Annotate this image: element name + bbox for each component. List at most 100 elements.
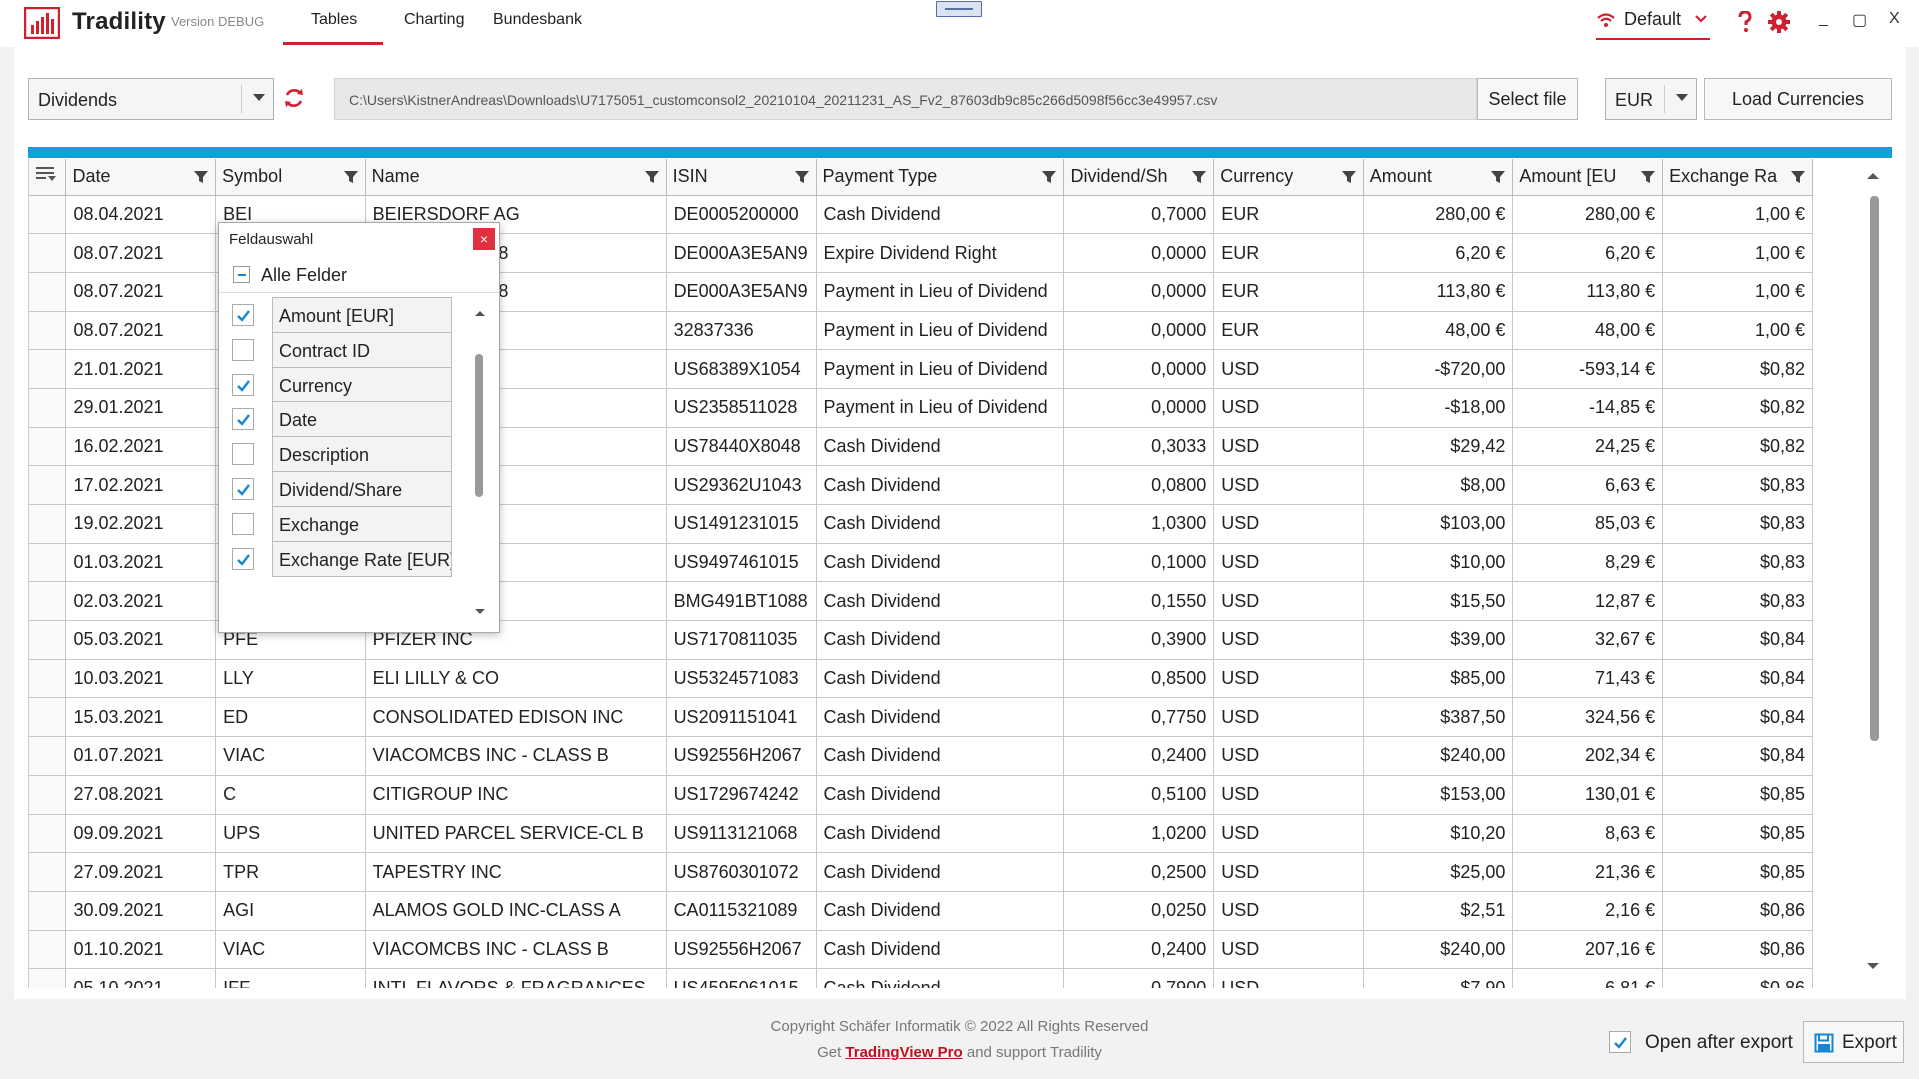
select-file-button[interactable]: Select file bbox=[1477, 78, 1578, 120]
cell-payment-type[interactable]: Cash Dividend bbox=[816, 620, 1065, 660]
row-header[interactable] bbox=[29, 465, 67, 505]
file-path-field[interactable]: C:\Users\KistnerAndreas\Downloads\U71750… bbox=[334, 78, 1477, 120]
cell-amount[interactable]: 113,80 € bbox=[1363, 272, 1514, 312]
field-checkbox[interactable] bbox=[232, 512, 254, 535]
field-item-label[interactable]: Contract ID bbox=[272, 331, 452, 368]
cell-isin[interactable]: DE000A3E5AN9 bbox=[666, 233, 817, 273]
cell-currency[interactable]: USD bbox=[1213, 659, 1364, 699]
row-header[interactable] bbox=[29, 659, 67, 699]
cell-amount[interactable]: -$720,00 bbox=[1363, 349, 1514, 389]
cell-amount[interactable]: $7,90 bbox=[1363, 968, 1514, 988]
cell-amount[interactable]: $103,00 bbox=[1363, 504, 1514, 544]
field-item-label[interactable]: Description bbox=[272, 436, 452, 473]
column-header-isin[interactable]: ISIN bbox=[666, 159, 817, 196]
cell-amount[interactable]: $240,00 bbox=[1363, 736, 1514, 776]
cell-amount-eur[interactable]: 202,34 € bbox=[1512, 736, 1664, 776]
field-item-label[interactable]: Date bbox=[272, 401, 452, 438]
close-window-button[interactable]: X bbox=[1889, 10, 1900, 28]
cell-payment-type[interactable]: Cash Dividend bbox=[816, 736, 1065, 776]
cell-exchange-rate[interactable]: $0,86 bbox=[1662, 891, 1813, 931]
table-row[interactable]: 10.03.2021 LLY ELI LILLY & CO US5324571083 C… bbox=[29, 659, 1813, 699]
cell-name[interactable]: CONSOLIDATED EDISON INC bbox=[365, 697, 667, 738]
cell-currency[interactable]: USD bbox=[1213, 465, 1364, 505]
cell-date[interactable]: 05.03.2021 bbox=[65, 620, 217, 660]
scroll-up-icon[interactable] bbox=[1864, 170, 1882, 182]
cell-exchange-rate[interactable]: $0,83 bbox=[1662, 465, 1813, 505]
cell-dividend-share[interactable]: 0,3900 bbox=[1063, 620, 1215, 660]
list-scroll-down-icon[interactable] bbox=[473, 606, 487, 616]
column-header-amount-eur[interactable]: Amount [EU bbox=[1512, 159, 1664, 196]
cell-isin[interactable]: US1729674242 bbox=[666, 775, 817, 815]
cell-exchange-rate[interactable]: 1,00 € bbox=[1662, 311, 1813, 351]
cell-payment-type[interactable]: Payment in Lieu of Dividend bbox=[816, 388, 1065, 428]
cell-amount[interactable]: $10,20 bbox=[1363, 814, 1514, 854]
field-list-scrollbar-thumb[interactable] bbox=[475, 354, 483, 497]
cell-currency[interactable]: USD bbox=[1213, 543, 1364, 583]
drag-handle[interactable] bbox=[936, 1, 982, 17]
cell-dividend-share[interactable]: 0,0000 bbox=[1063, 272, 1215, 312]
cell-exchange-rate[interactable]: $0,84 bbox=[1662, 736, 1813, 776]
cell-isin[interactable]: US1491231015 bbox=[666, 504, 817, 544]
cell-symbol[interactable]: C bbox=[215, 775, 366, 815]
column-header-name[interactable]: Name bbox=[365, 159, 667, 196]
field-item-label[interactable]: Amount [EUR] bbox=[272, 297, 452, 333]
cell-isin[interactable]: US7170811035 bbox=[666, 620, 817, 660]
table-row[interactable]: 09.09.2021 UPS UNITED PARCEL SERVICE-CL BU… bbox=[29, 814, 1813, 854]
cell-amount-eur[interactable]: 6,81 € bbox=[1512, 968, 1664, 988]
column-header-symbol[interactable]: Symbol bbox=[215, 159, 366, 196]
filter-icon[interactable] bbox=[1791, 170, 1805, 184]
minimize-button[interactable]: _ bbox=[1819, 10, 1828, 28]
help-icon[interactable] bbox=[1737, 11, 1753, 33]
cell-amount-eur[interactable]: 8,63 € bbox=[1512, 814, 1664, 854]
row-header[interactable] bbox=[29, 195, 67, 235]
cell-exchange-rate[interactable]: $0,84 bbox=[1662, 659, 1813, 699]
cell-symbol[interactable]: TPR bbox=[215, 852, 366, 892]
column-header-dividend-share[interactable]: Dividend/Sh bbox=[1063, 159, 1215, 196]
cell-dividend-share[interactable]: 0,0800 bbox=[1063, 465, 1215, 505]
cell-payment-type[interactable]: Expire Dividend Right bbox=[816, 233, 1065, 273]
load-currencies-button[interactable]: Load Currencies bbox=[1704, 78, 1892, 120]
cell-symbol[interactable]: VIAC bbox=[215, 736, 366, 776]
cell-amount-eur[interactable]: 113,80 € bbox=[1512, 272, 1664, 312]
field-checkbox[interactable] bbox=[232, 304, 254, 326]
field-chooser-close-button[interactable]: × bbox=[473, 228, 495, 250]
cell-payment-type[interactable]: Cash Dividend bbox=[816, 968, 1065, 988]
cell-currency[interactable]: EUR bbox=[1213, 195, 1364, 235]
cell-dividend-share[interactable]: 0,7750 bbox=[1063, 697, 1215, 738]
cell-amount-eur[interactable]: 24,25 € bbox=[1512, 427, 1664, 467]
cell-payment-type[interactable]: Cash Dividend bbox=[816, 195, 1065, 235]
cell-currency[interactable]: USD bbox=[1213, 736, 1364, 776]
field-item-label[interactable]: Dividend/Share bbox=[272, 471, 452, 507]
cell-payment-type[interactable]: Payment in Lieu of Dividend bbox=[816, 349, 1065, 389]
cell-date[interactable]: 19.02.2021 bbox=[65, 504, 217, 544]
filter-icon[interactable] bbox=[1491, 170, 1506, 184]
cell-name[interactable]: TAPESTRY INC bbox=[365, 852, 667, 892]
row-header[interactable] bbox=[29, 852, 67, 892]
cell-symbol[interactable]: VIAC bbox=[215, 930, 366, 970]
field-item-label[interactable]: Currency bbox=[272, 366, 452, 403]
row-header[interactable] bbox=[29, 620, 67, 660]
cell-exchange-rate[interactable]: $0,85 bbox=[1662, 852, 1813, 892]
dataset-select[interactable]: Dividends bbox=[28, 78, 274, 120]
field-checkbox[interactable] bbox=[232, 408, 254, 431]
cell-isin[interactable]: US8760301072 bbox=[666, 852, 817, 892]
cell-isin[interactable]: US78440X8048 bbox=[666, 427, 817, 467]
cell-date[interactable]: 30.09.2021 bbox=[65, 891, 217, 931]
cell-date[interactable]: 01.03.2021 bbox=[65, 543, 217, 583]
row-header[interactable] bbox=[29, 891, 67, 931]
cell-dividend-share[interactable]: 0,0000 bbox=[1063, 388, 1215, 428]
cell-payment-type[interactable]: Payment in Lieu of Dividend bbox=[816, 311, 1065, 351]
open-after-export-checkbox[interactable] bbox=[1609, 1031, 1631, 1053]
tab-tables[interactable]: Tables bbox=[311, 11, 357, 29]
cell-date[interactable]: 27.09.2021 bbox=[65, 852, 217, 892]
cell-isin[interactable]: DE000A3E5AN9 bbox=[666, 272, 817, 312]
cell-date[interactable]: 02.03.2021 bbox=[65, 581, 217, 622]
cell-exchange-rate[interactable]: 1,00 € bbox=[1662, 233, 1813, 273]
cell-isin[interactable]: BMG491BT1088 bbox=[666, 581, 817, 622]
cell-amount-eur[interactable]: 85,03 € bbox=[1512, 504, 1664, 544]
row-header[interactable] bbox=[29, 504, 67, 544]
cell-symbol[interactable]: IFF bbox=[215, 968, 366, 988]
cell-amount-eur[interactable]: 8,29 € bbox=[1512, 543, 1664, 583]
cell-exchange-rate[interactable]: $0,83 bbox=[1662, 543, 1813, 583]
cell-currency[interactable]: USD bbox=[1213, 814, 1364, 854]
